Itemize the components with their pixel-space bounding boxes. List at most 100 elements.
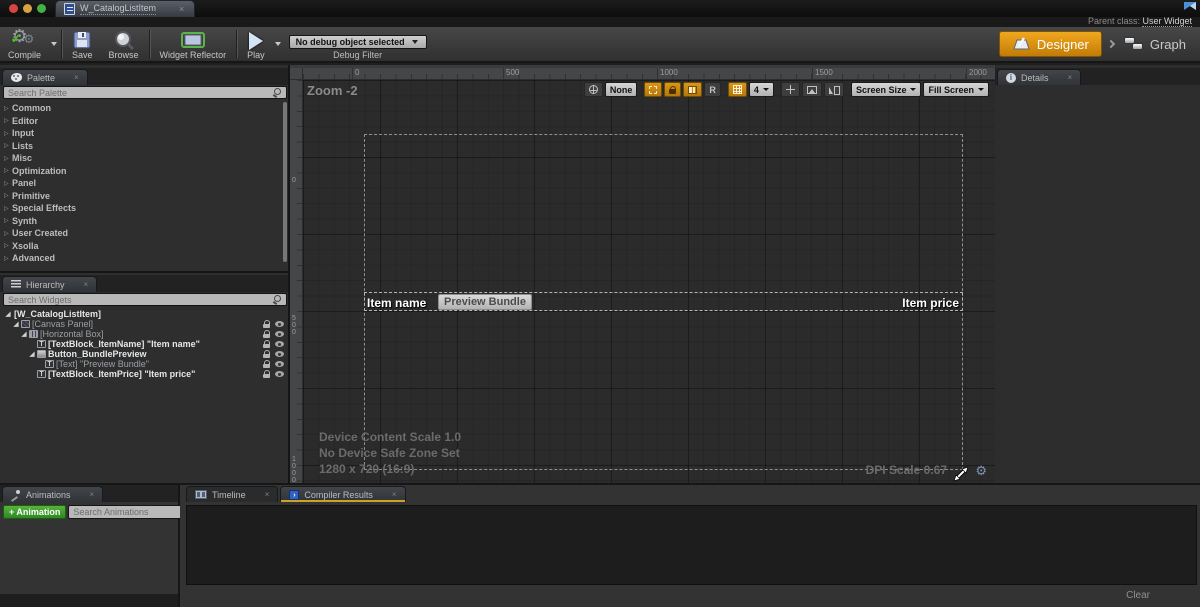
designer-mode-button[interactable]: Designer bbox=[999, 31, 1102, 57]
compiler-results-log[interactable] bbox=[186, 505, 1197, 585]
save-button[interactable]: Save bbox=[64, 27, 101, 61]
palette-search-input[interactable] bbox=[4, 88, 273, 98]
rotate-mode-button[interactable]: R bbox=[704, 82, 721, 97]
close-window-button[interactable] bbox=[9, 4, 18, 13]
compiler-tab-close-icon[interactable]: × bbox=[392, 490, 397, 499]
tree-item[interactable]: ◢[Horizontal Box] bbox=[0, 329, 288, 339]
expand-arrow-icon[interactable]: ▷ bbox=[4, 130, 12, 137]
expand-arrow-icon[interactable]: ▷ bbox=[4, 105, 12, 112]
palette-category-optimization[interactable]: ▷Optimization bbox=[0, 165, 288, 178]
resize-handle-icon[interactable] bbox=[953, 466, 969, 483]
palette-category-advanced[interactable]: ▷Advanced bbox=[0, 252, 288, 265]
lock-icon[interactable] bbox=[263, 360, 270, 368]
palette-category-user-created[interactable]: ▷User Created bbox=[0, 227, 288, 240]
tree-item[interactable]: ◢Button_BundlePreview bbox=[0, 349, 288, 359]
expand-arrow-icon[interactable]: ▷ bbox=[4, 155, 12, 162]
screen-size-dropdown[interactable]: Screen Size bbox=[851, 82, 922, 97]
timeline-tab-close-icon[interactable]: × bbox=[265, 490, 270, 499]
visibility-eye-icon[interactable] bbox=[275, 361, 284, 367]
expand-arrow-icon[interactable]: ▷ bbox=[4, 192, 12, 199]
transform-mode-button[interactable] bbox=[781, 82, 800, 97]
compile-options-caret-icon[interactable] bbox=[51, 42, 57, 46]
lock-icon[interactable] bbox=[263, 350, 270, 358]
maximize-window-button[interactable] bbox=[37, 4, 46, 13]
minimize-window-button[interactable] bbox=[23, 4, 32, 13]
respect-locks-toggle[interactable] bbox=[664, 82, 681, 97]
lock-icon[interactable] bbox=[263, 340, 270, 348]
snap-grid-toggle[interactable] bbox=[728, 82, 747, 97]
anchor-dropdown[interactable]: None bbox=[605, 82, 638, 97]
clear-log-button[interactable]: Clear bbox=[1126, 590, 1150, 601]
expand-arrow-icon[interactable]: ▷ bbox=[4, 142, 12, 149]
lock-icon[interactable] bbox=[263, 330, 270, 338]
compile-button[interactable]: ⚙⚙✓ Compile bbox=[0, 27, 49, 61]
tab-details[interactable]: i Details × bbox=[997, 69, 1081, 85]
palette-category-synth[interactable]: ▷Synth bbox=[0, 215, 288, 228]
tab-palette[interactable]: Palette × bbox=[2, 69, 88, 85]
expand-arrow-icon[interactable]: ▷ bbox=[4, 242, 12, 249]
hierarchy-search-input[interactable] bbox=[4, 295, 273, 305]
tab-timeline[interactable]: Timeline × bbox=[186, 486, 278, 502]
visibility-eye-icon[interactable] bbox=[275, 371, 284, 377]
widget-reflector-button[interactable]: Widget Reflector bbox=[152, 27, 235, 61]
visibility-eye-icon[interactable] bbox=[275, 341, 284, 347]
item-price-textblock[interactable]: Item price bbox=[902, 296, 959, 310]
play-button[interactable]: Play bbox=[239, 27, 273, 61]
item-name-textblock[interactable]: Item name bbox=[367, 296, 426, 310]
palette-tab-close-icon[interactable]: × bbox=[74, 73, 79, 82]
tree-item[interactable]: T[Text] "Preview Bundle" bbox=[0, 359, 288, 369]
horizontal-box-selection[interactable]: Item name Preview Bundle Item price bbox=[364, 292, 963, 311]
palette-category-input[interactable]: ▷Input bbox=[0, 127, 288, 140]
graph-mode-button[interactable]: Graph bbox=[1120, 37, 1190, 52]
palette-category-panel[interactable]: ▷Panel bbox=[0, 177, 288, 190]
expanded-arrow-icon[interactable]: ◢ bbox=[4, 310, 12, 318]
grid-size-dropdown[interactable]: 4 bbox=[749, 82, 774, 97]
design-surface[interactable]: Zoom -2 None R 4 Screen Size Fill Screen bbox=[303, 80, 995, 483]
layout-mode-toggle[interactable] bbox=[683, 82, 702, 97]
tree-item[interactable]: T[TextBlock_ItemPrice] "Item price" bbox=[0, 369, 288, 379]
animations-tab-close-icon[interactable]: × bbox=[90, 490, 95, 499]
expand-arrow-icon[interactable]: ▷ bbox=[4, 205, 12, 212]
expand-arrow-icon[interactable]: ▷ bbox=[4, 230, 12, 237]
fill-screen-dropdown[interactable]: Fill Screen bbox=[923, 82, 989, 97]
localization-preview-button[interactable] bbox=[584, 82, 603, 97]
hierarchy-tab-close-icon[interactable]: × bbox=[84, 280, 89, 289]
tab-animations[interactable]: Animations × bbox=[2, 486, 103, 502]
show-outlines-toggle[interactable] bbox=[644, 82, 662, 97]
details-tab-close-icon[interactable]: × bbox=[1068, 73, 1073, 82]
add-animation-button[interactable]: + Animation bbox=[3, 505, 66, 519]
visibility-eye-icon[interactable] bbox=[275, 351, 284, 357]
expand-arrow-icon[interactable]: ▷ bbox=[4, 180, 12, 187]
lock-icon[interactable] bbox=[263, 370, 270, 378]
visibility-eye-icon[interactable] bbox=[275, 331, 284, 337]
expanded-arrow-icon[interactable]: ◢ bbox=[28, 350, 36, 358]
dpi-settings-gear-icon[interactable]: ⚙ bbox=[975, 463, 987, 479]
tree-item[interactable]: ◢[Canvas Panel] bbox=[0, 319, 288, 329]
visibility-eye-icon[interactable] bbox=[275, 321, 284, 327]
asset-tab[interactable]: W_CatalogListItem × bbox=[55, 0, 195, 17]
palette-category-xsolla[interactable]: ▷Xsolla bbox=[0, 240, 288, 253]
parent-class-link[interactable]: User Widget bbox=[1142, 16, 1192, 27]
palette-category-editor[interactable]: ▷Editor bbox=[0, 115, 288, 128]
expand-arrow-icon[interactable]: ▷ bbox=[4, 255, 12, 262]
preview-bundle-button[interactable]: Preview Bundle bbox=[438, 294, 532, 310]
browse-button[interactable]: Browse bbox=[101, 27, 147, 61]
palette-category-lists[interactable]: ▷Lists bbox=[0, 140, 288, 153]
palette-category-misc[interactable]: ▷Misc bbox=[0, 152, 288, 165]
expand-arrow-icon[interactable]: ▷ bbox=[4, 167, 12, 174]
tab-hierarchy[interactable]: Hierarchy × bbox=[2, 276, 97, 292]
play-options-caret-icon[interactable] bbox=[275, 42, 281, 46]
asset-tab-close-icon[interactable]: × bbox=[179, 4, 184, 14]
lock-icon[interactable] bbox=[263, 320, 270, 328]
palette-category-special-effects[interactable]: ▷Special Effects bbox=[0, 202, 288, 215]
animations-search-input[interactable] bbox=[69, 507, 194, 517]
palette-category-primitive[interactable]: ▷Primitive bbox=[0, 190, 288, 203]
expand-arrow-icon[interactable]: ▷ bbox=[4, 117, 12, 124]
tab-compiler-results[interactable]: › Compiler Results × bbox=[280, 486, 405, 502]
preview-background-button[interactable] bbox=[802, 82, 822, 97]
flip-preview-button[interactable] bbox=[824, 82, 844, 97]
debug-object-dropdown[interactable]: No debug object selected bbox=[289, 35, 427, 49]
expanded-arrow-icon[interactable]: ◢ bbox=[20, 330, 28, 338]
palette-category-common[interactable]: ▷Common bbox=[0, 102, 288, 115]
expand-arrow-icon[interactable]: ▷ bbox=[4, 217, 12, 224]
